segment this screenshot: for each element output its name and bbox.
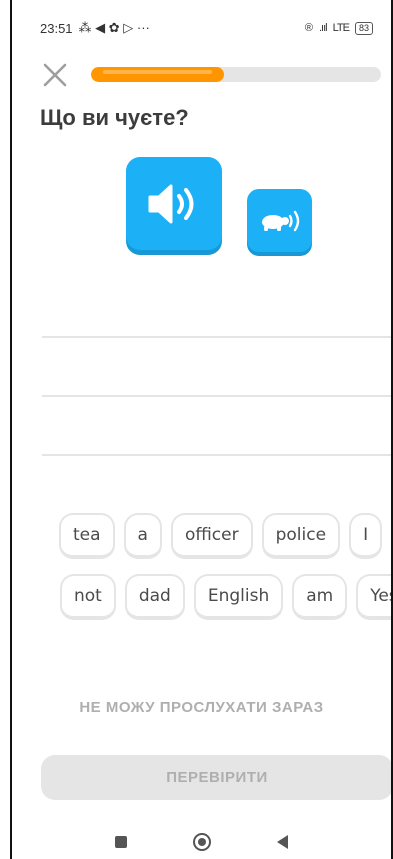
- status-time: 23:51: [40, 20, 73, 36]
- speaker-icon: [148, 184, 194, 223]
- word-chip-officer[interactable]: officer: [170, 513, 253, 559]
- system-nav-bar: [12, 825, 391, 859]
- word-chip-police[interactable]: police: [261, 513, 341, 559]
- play-audio-button[interactable]: [126, 157, 222, 250]
- word-chip-english[interactable]: English: [193, 574, 284, 620]
- word-chip-am[interactable]: am: [292, 574, 348, 620]
- word-chip-yes[interactable]: Yes: [356, 574, 391, 620]
- battery-icon: 83: [354, 21, 373, 35]
- registered-icon: ®: [304, 22, 313, 34]
- answer-line: [42, 395, 391, 397]
- exercise-prompt: Що ви чуєте?: [40, 105, 189, 130]
- notification-icons: ⁂ ◀ ✿ ▷ ···: [78, 20, 150, 35]
- word-chip-i[interactable]: I: [349, 513, 383, 559]
- word-chip-not[interactable]: not: [60, 574, 116, 620]
- check-button-label: ПЕРЕВІРИТИ: [166, 769, 268, 786]
- close-icon: [43, 63, 67, 87]
- word-bank-row-1: tea a officer police I: [59, 513, 383, 559]
- cant-listen-now-button[interactable]: НЕ МОЖУ ПРОСЛУХАТИ ЗАРАЗ: [12, 699, 391, 716]
- home-icon[interactable]: [193, 833, 211, 851]
- answer-line: [42, 454, 391, 456]
- check-button[interactable]: ПЕРЕВІРИТИ: [41, 755, 391, 800]
- phone-screen: 23:51 ⁂ ◀ ✿ ▷ ··· ® .ııl LTE 83 Що ви чу…: [10, 0, 393, 859]
- word-chip-tea[interactable]: tea: [59, 513, 115, 559]
- lte-signal-icon: LTE: [332, 22, 350, 34]
- turtle-icon: [261, 210, 299, 231]
- word-chip-a[interactable]: a: [123, 513, 162, 559]
- progress-shine: [103, 70, 213, 74]
- play-slow-audio-button[interactable]: [247, 189, 312, 252]
- status-right: ® .ııl LTE 83: [304, 21, 373, 35]
- word-bank-row-2: not dad English am Yes: [60, 574, 391, 620]
- status-left: 23:51 ⁂ ◀ ✿ ▷ ···: [40, 20, 150, 36]
- back-icon[interactable]: [277, 835, 288, 849]
- word-chip-dad[interactable]: dad: [124, 574, 185, 620]
- signal-icon: .ııl: [319, 22, 328, 34]
- answer-line: [42, 336, 391, 338]
- recent-apps-icon[interactable]: [115, 836, 127, 848]
- lesson-progress-bar: [91, 67, 381, 82]
- status-bar: 23:51 ⁂ ◀ ✿ ▷ ··· ® .ııl LTE 83: [12, 14, 391, 42]
- close-button[interactable]: [42, 62, 68, 88]
